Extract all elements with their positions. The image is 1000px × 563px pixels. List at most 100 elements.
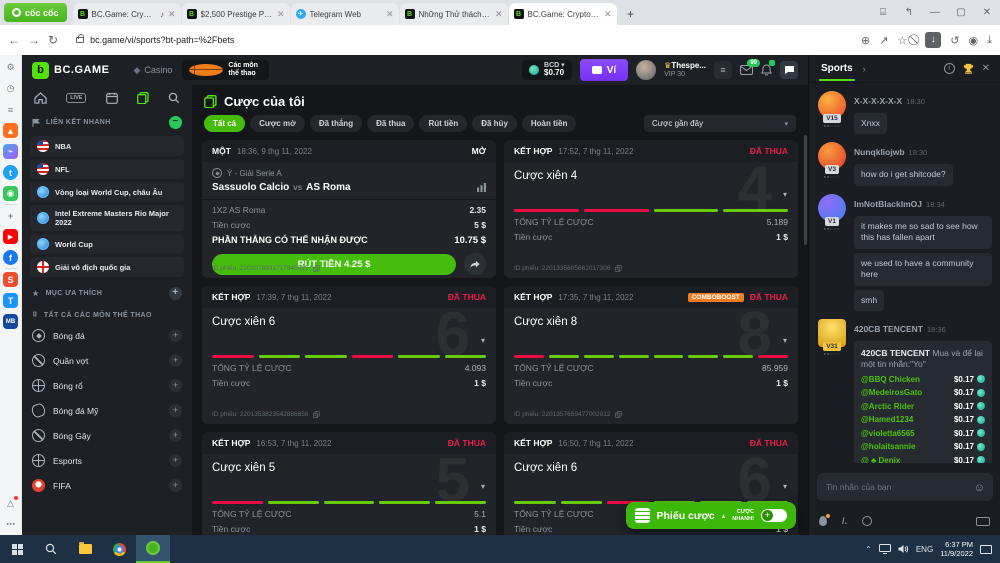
browser-tab[interactable]: ✈ Telegram Web ✕	[291, 3, 399, 25]
quick-link-item[interactable]: NBA	[30, 136, 184, 156]
expand-plus-icon[interactable]: +	[169, 354, 182, 367]
expand-caret-icon[interactable]: ▾	[783, 190, 787, 199]
nav-casino[interactable]: ◆ Casino	[133, 65, 172, 76]
maximize-button[interactable]: ▢	[948, 0, 974, 25]
twitter-rail-icon[interactable]: t	[3, 165, 18, 180]
tray-chevron-icon[interactable]: ⌃	[865, 545, 872, 554]
quick-bet-toggle[interactable]	[761, 509, 787, 522]
my-bets-icon[interactable]	[137, 92, 149, 104]
file-explorer-button[interactable]	[68, 535, 102, 563]
tab-restore-icon[interactable]: ↰	[896, 0, 922, 25]
add-rail-icon[interactable]: +	[3, 208, 18, 223]
download-active-icon[interactable]: ↓	[925, 32, 941, 48]
copy-icon[interactable]	[615, 265, 622, 272]
reload-icon[interactable]: ↻	[48, 33, 58, 47]
sort-dropdown[interactable]: Cược gần đây▾	[644, 115, 796, 132]
tip-recipient[interactable]: @Hamed1234	[861, 415, 913, 424]
tab-close-icon[interactable]: ✕	[386, 9, 394, 20]
tab-audio-icon[interactable]: ♪	[160, 10, 164, 19]
home-icon[interactable]	[34, 92, 47, 104]
emoji-icon[interactable]: ☺	[974, 482, 985, 494]
user-info[interactable]: ♛Thespe... VIP 30	[664, 61, 706, 78]
match-row[interactable]: Sassuolo Calcio vs AS Roma	[202, 178, 496, 200]
tab-search-icon[interactable]: ⌸	[870, 0, 896, 25]
share-icon[interactable]: ↗	[879, 34, 888, 47]
live-icon[interactable]: LIVE	[66, 93, 86, 103]
filter-pill[interactable]: Tất cả	[204, 115, 245, 132]
shopee-rail-icon[interactable]: S	[3, 272, 18, 287]
browser-tab[interactable]: B $2,500 Prestige Plinko Challe ✕	[182, 3, 290, 25]
settings-rail-icon[interactable]: ⚙	[3, 60, 18, 75]
chat-rules-icon[interactable]: i	[944, 63, 955, 74]
collapse-quick-links-button[interactable]: −	[169, 116, 182, 129]
hot-rail-icon[interactable]: ▲	[3, 123, 18, 138]
share-button[interactable]	[464, 253, 486, 275]
filter-pill[interactable]: Rút tiền	[419, 115, 467, 132]
action-center-icon[interactable]	[980, 545, 992, 554]
youtube-rail-icon[interactable]: ▶	[3, 229, 18, 244]
betslip-button[interactable]: Phiếu cược ▴ CƯỢCNHANH!	[626, 502, 796, 529]
quick-link-item[interactable]: Intel Extreme Masters Rio Major 2022	[30, 205, 184, 231]
browser-tab[interactable]: B BC.Game: Crypto Casino Ga ✕	[509, 3, 617, 25]
profile-icon[interactable]: ◉	[969, 34, 979, 47]
copy-icon[interactable]	[313, 265, 320, 272]
language-indicator[interactable]: ENG	[916, 545, 933, 554]
sidebar-sport-tennis[interactable]: Quần vợt +	[22, 348, 192, 373]
user-avatar[interactable]	[636, 60, 656, 80]
tab-close-icon[interactable]: ✕	[495, 9, 503, 20]
messenger-rail-icon[interactable]: ⌁	[3, 144, 18, 159]
keyboard-icon[interactable]	[976, 517, 990, 526]
forward-icon[interactable]: →	[28, 33, 40, 47]
sidebar-sport-fifa[interactable]: FIFA +	[22, 473, 192, 498]
display-icon[interactable]	[879, 544, 891, 554]
add-favorite-button[interactable]: +	[169, 287, 182, 300]
browser-tab[interactable]: B BC.Game: Crypto Casino ♪ ✕	[73, 3, 181, 25]
alerts-rail-icon[interactable]: △	[3, 496, 18, 511]
minimize-button[interactable]: —	[922, 0, 948, 25]
chrome-button[interactable]	[102, 535, 136, 563]
browser-tab[interactable]: B Những Thử thách Hàng ngà ✕	[400, 3, 508, 25]
tiki-rail-icon[interactable]: T	[3, 293, 18, 308]
sidebar-sport-football[interactable]: Bóng đá +	[22, 323, 192, 348]
history-rail-icon[interactable]: ◷	[3, 81, 18, 96]
start-button[interactable]	[0, 535, 34, 563]
chat-input[interactable]	[817, 473, 993, 501]
tip-recipient[interactable]: @BBQ Chicken	[861, 375, 920, 384]
more-rail-icon[interactable]: ⋯	[3, 517, 18, 532]
filter-pill[interactable]: Cược mở	[250, 115, 305, 132]
tab-close-icon[interactable]: ✕	[604, 9, 612, 20]
quick-link-item[interactable]: World Cup	[30, 234, 184, 254]
copy-icon[interactable]	[615, 411, 622, 418]
downloads-icon[interactable]: ⤓	[987, 34, 992, 47]
facebook-rail-icon[interactable]: f	[3, 250, 18, 265]
clock[interactable]: 6:37 PM 11/9/2022	[940, 540, 973, 559]
expand-plus-icon[interactable]: +	[169, 379, 182, 392]
taskbar-search-button[interactable]	[34, 535, 68, 563]
quick-link-item[interactable]: Vòng loại World Cup, châu Âu	[30, 182, 184, 202]
filter-pill[interactable]: Đã thua	[367, 115, 414, 132]
tab-close-icon[interactable]: ✕	[277, 9, 285, 20]
filter-pill[interactable]: Hoàn tiền	[522, 115, 576, 132]
copy-icon[interactable]	[313, 411, 320, 418]
news-rail-icon[interactable]: ≡	[3, 102, 18, 117]
tip-recipient[interactable]: @MedeirosGato	[861, 388, 922, 397]
new-tab-button[interactable]: +	[622, 5, 640, 23]
expand-caret-icon[interactable]: ▾	[481, 482, 485, 491]
chat-toggle-button[interactable]	[780, 61, 798, 79]
betslip-count-button[interactable]: ≡	[714, 61, 732, 79]
expand-caret-icon[interactable]: ▾	[783, 482, 787, 491]
notifications-button[interactable]	[761, 64, 772, 76]
sidebar-sport-cricket[interactable]: Bóng Gậy +	[22, 423, 192, 448]
wallet-button[interactable]: Ví	[580, 59, 628, 81]
chat-username[interactable]: Nunqkliojwb	[854, 147, 905, 157]
expand-plus-icon[interactable]: +	[169, 404, 182, 417]
games-rail-icon[interactable]: ◉	[3, 186, 18, 201]
bank-rail-icon[interactable]: MB	[3, 314, 18, 329]
tip-recipient[interactable]: @ ♣ Denix	[861, 456, 900, 463]
sidebar-sport-american-football[interactable]: Bóng đá Mỹ +	[22, 398, 192, 423]
sync-icon[interactable]: ↺	[950, 34, 959, 47]
nav-sports[interactable]: Các môn thể thao	[182, 60, 269, 80]
main-scrollbar[interactable]	[804, 135, 807, 245]
rain-icon[interactable]	[819, 516, 827, 526]
tip-recipient[interactable]: @violetta6565	[861, 429, 915, 438]
